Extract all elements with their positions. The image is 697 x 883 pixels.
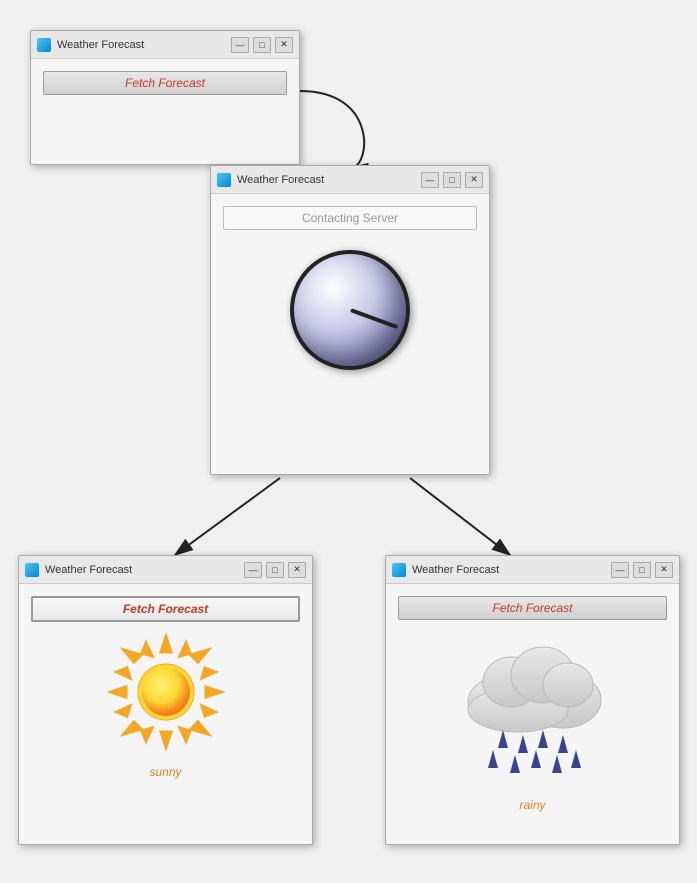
ball-needle xyxy=(350,308,398,329)
bottom-left-close-button[interactable]: ✕ xyxy=(288,562,306,578)
bottom-right-icon xyxy=(392,563,406,577)
bottom-right-close-button[interactable]: ✕ xyxy=(655,562,673,578)
top-window-icon xyxy=(37,38,51,52)
middle-window-title: Weather Forecast xyxy=(237,174,421,186)
middle-window-icon xyxy=(217,173,231,187)
bottom-left-minimize-button[interactable]: — xyxy=(244,562,262,578)
bottom-right-title: Weather Forecast xyxy=(412,564,611,576)
fetch-forecast-button-top[interactable]: Fetch Forecast xyxy=(43,71,287,95)
top-window-titlebar: Weather Forecast — □ ✕ xyxy=(31,31,299,59)
loading-ball xyxy=(290,250,410,370)
top-window: Weather Forecast — □ ✕ Fetch Forecast xyxy=(30,30,300,165)
fetch-forecast-button-left[interactable]: Fetch Forecast xyxy=(31,596,300,622)
middle-close-button[interactable]: ✕ xyxy=(465,172,483,188)
top-window-controls: — □ ✕ xyxy=(231,37,293,53)
bottom-left-controls: — □ ✕ xyxy=(244,562,306,578)
middle-minimize-button[interactable]: — xyxy=(421,172,439,188)
bottom-right-controls: — □ ✕ xyxy=(611,562,673,578)
top-maximize-button[interactable]: □ xyxy=(253,37,271,53)
weather-label-sunny: sunny xyxy=(31,757,300,783)
loading-ball-container xyxy=(223,230,477,380)
bottom-right-minimize-button[interactable]: — xyxy=(611,562,629,578)
contacting-server-status: Contacting Server xyxy=(223,206,477,230)
middle-window-titlebar: Weather Forecast — □ ✕ xyxy=(211,166,489,194)
middle-maximize-button[interactable]: □ xyxy=(443,172,461,188)
bottom-left-maximize-button[interactable]: □ xyxy=(266,562,284,578)
bottom-right-window: Weather Forecast — □ ✕ Fetch Forecast xyxy=(385,555,680,845)
middle-window-body: Contacting Server xyxy=(211,194,489,392)
bottom-left-title: Weather Forecast xyxy=(45,564,244,576)
sun-icon xyxy=(106,632,226,752)
fetch-forecast-button-right[interactable]: Fetch Forecast xyxy=(398,596,667,620)
bottom-left-icon xyxy=(25,563,39,577)
bottom-right-maximize-button[interactable]: □ xyxy=(633,562,651,578)
bottom-right-body: Fetch Forecast xyxy=(386,584,679,828)
top-close-button[interactable]: ✕ xyxy=(275,37,293,53)
top-window-title: Weather Forecast xyxy=(57,39,231,51)
sun-icon-container xyxy=(31,622,300,757)
top-window-body: Fetch Forecast xyxy=(31,59,299,107)
bottom-left-body: Fetch Forecast xyxy=(19,584,312,795)
top-minimize-button[interactable]: — xyxy=(231,37,249,53)
weather-label-rainy: rainy xyxy=(398,790,667,816)
cloud-rain-icon xyxy=(443,630,623,790)
bottom-left-titlebar: Weather Forecast — □ ✕ xyxy=(19,556,312,584)
bottom-left-window: Weather Forecast — □ ✕ Fetch Forecast xyxy=(18,555,313,845)
middle-window-controls: — □ ✕ xyxy=(421,172,483,188)
middle-window: Weather Forecast — □ ✕ Contacting Server xyxy=(210,165,490,475)
cloud-rain-container xyxy=(398,620,667,790)
bottom-right-titlebar: Weather Forecast — □ ✕ xyxy=(386,556,679,584)
